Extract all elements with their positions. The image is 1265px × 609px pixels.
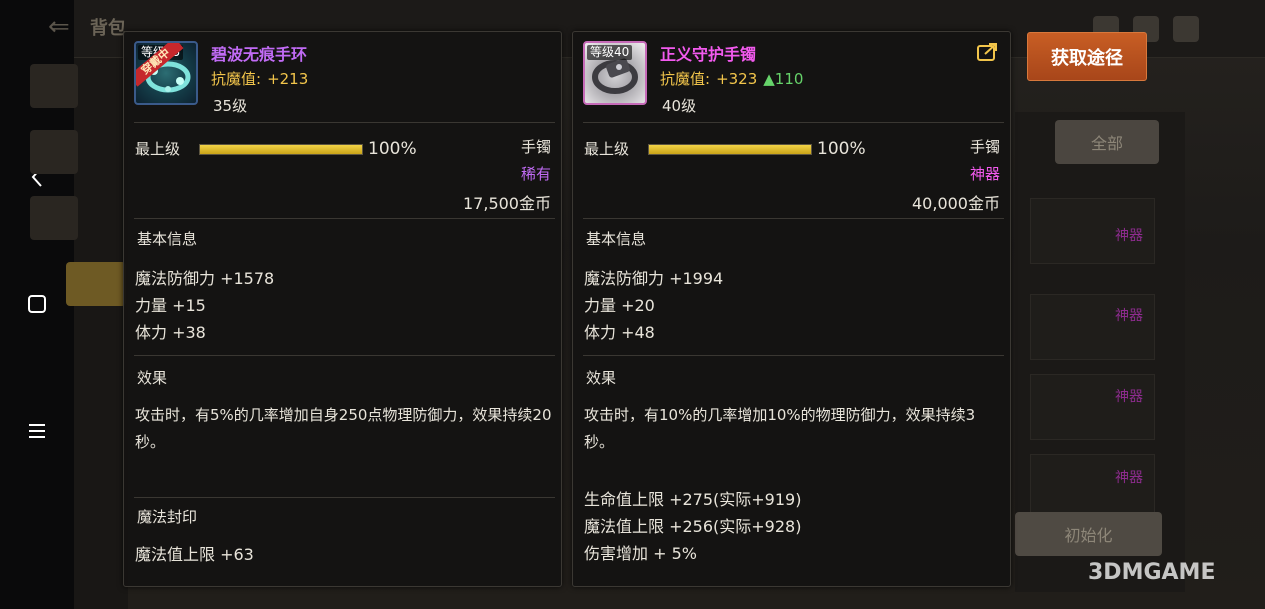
stat-line: 体力 +38 bbox=[135, 323, 206, 342]
max-level-label: 最上级 bbox=[584, 140, 630, 158]
magic-seal-title: 魔法封印 bbox=[137, 508, 198, 526]
seal-stat-line: 魔法值上限 +63 bbox=[135, 545, 254, 564]
divider bbox=[134, 497, 555, 498]
slot-type: 手镯 bbox=[520, 138, 551, 156]
upgrade-progress-bar bbox=[648, 144, 812, 155]
background-all-button: 全部 bbox=[1055, 120, 1159, 164]
obtain-source-button[interactable]: 获取途径 bbox=[1027, 32, 1147, 81]
background-tab bbox=[30, 64, 78, 108]
background-rarity-marker: 神器 bbox=[1115, 228, 1143, 244]
site-watermark: 3DMGAME bbox=[1088, 560, 1216, 585]
resist-value: +213 bbox=[267, 70, 309, 88]
extra-stat-line: 魔法值上限 +256(实际+928) bbox=[584, 517, 802, 536]
background-slot bbox=[1030, 294, 1155, 360]
rarity: 神器 bbox=[969, 165, 1000, 183]
progress-fill bbox=[200, 145, 362, 154]
equipped-item-tooltip: 等级35 穿戴中 碧波无痕手环 抗魔值: +213 35级 最上级 100% 手镯… bbox=[123, 31, 562, 587]
stat-line: 力量 +15 bbox=[135, 296, 206, 315]
price: 17,500金币 bbox=[463, 194, 551, 213]
item-name: 正义守护手镯 bbox=[660, 45, 757, 64]
background-back-arrow-icon: ⇐ bbox=[48, 12, 70, 42]
item-icon: 等级35 穿戴中 bbox=[134, 41, 198, 105]
divider bbox=[583, 355, 1004, 356]
effect-title: 效果 bbox=[137, 369, 168, 387]
extra-stat-line: 伤害增加 + 5% bbox=[584, 544, 697, 563]
background-slot bbox=[1030, 374, 1155, 440]
progress-percent: 100% bbox=[817, 139, 866, 159]
menu-icon[interactable] bbox=[22, 416, 52, 446]
magic-resist-line: 抗魔值: +213 bbox=[211, 68, 308, 89]
background-slot bbox=[1030, 454, 1155, 520]
stat-line: 魔法防御力 +1578 bbox=[135, 269, 275, 288]
divider bbox=[134, 122, 555, 123]
effect-description: 攻击时，有5%的几率增加自身250点物理防御力，效果持续20秒。 bbox=[135, 406, 552, 451]
background-tab-active bbox=[66, 262, 126, 306]
background-chat-icon bbox=[1173, 16, 1199, 42]
resist-label: 抗魔值: bbox=[660, 70, 711, 88]
share-icon[interactable] bbox=[976, 41, 1000, 63]
progress-percent: 100% bbox=[368, 139, 417, 159]
item-name: 碧波无痕手环 bbox=[211, 45, 308, 64]
rarity: 稀有 bbox=[520, 165, 551, 183]
magic-resist-line: 抗魔值: +323 ▲110 bbox=[660, 68, 803, 89]
divider bbox=[134, 218, 555, 219]
background-tab bbox=[30, 130, 78, 174]
upgrade-progress-bar bbox=[199, 144, 363, 155]
progress-fill bbox=[649, 145, 811, 154]
extra-stat-line: 生命值上限 +275(实际+919) bbox=[584, 490, 802, 509]
item-icon: 等级40 bbox=[583, 41, 647, 105]
item-level: 40级 bbox=[662, 97, 697, 115]
resist-increase: ▲110 bbox=[763, 70, 804, 88]
background-rarity-marker: 神器 bbox=[1115, 470, 1143, 486]
stat-line: 力量 +20 bbox=[584, 296, 655, 315]
price: 40,000金币 bbox=[912, 194, 1000, 213]
stat-line: 魔法防御力 +1994 bbox=[584, 269, 724, 288]
divider bbox=[134, 355, 555, 356]
item-level: 35级 bbox=[213, 97, 248, 115]
stat-line: 体力 +48 bbox=[584, 323, 655, 342]
home-square-icon[interactable] bbox=[22, 289, 52, 319]
effect-description: 攻击时，有10%的几率增加10%的物理防御力，效果持续3秒。 bbox=[584, 406, 976, 451]
resist-label: 抗魔值: bbox=[211, 70, 262, 88]
basic-info-title: 基本信息 bbox=[137, 230, 198, 248]
resist-value: +323 bbox=[716, 70, 758, 88]
basic-info-title: 基本信息 bbox=[586, 230, 647, 248]
compared-item-tooltip: 等级40 正义守护手镯 抗魔值: +323 ▲110 40级 最上级 100% 手镯… bbox=[572, 31, 1011, 587]
background-rarity-marker: 神器 bbox=[1115, 308, 1143, 324]
background-tab bbox=[30, 196, 78, 240]
max-level-label: 最上级 bbox=[135, 140, 181, 158]
level-tag: 等级40 bbox=[587, 45, 633, 60]
divider bbox=[583, 218, 1004, 219]
background-rarity-marker: 神器 bbox=[1115, 389, 1143, 405]
divider bbox=[583, 122, 1004, 123]
background-title: 背包 bbox=[90, 18, 126, 39]
effect-title: 效果 bbox=[586, 369, 617, 387]
background-reset-button: 初始化 bbox=[1015, 512, 1162, 556]
slot-type: 手镯 bbox=[969, 138, 1000, 156]
background-left-tabs bbox=[74, 58, 128, 609]
